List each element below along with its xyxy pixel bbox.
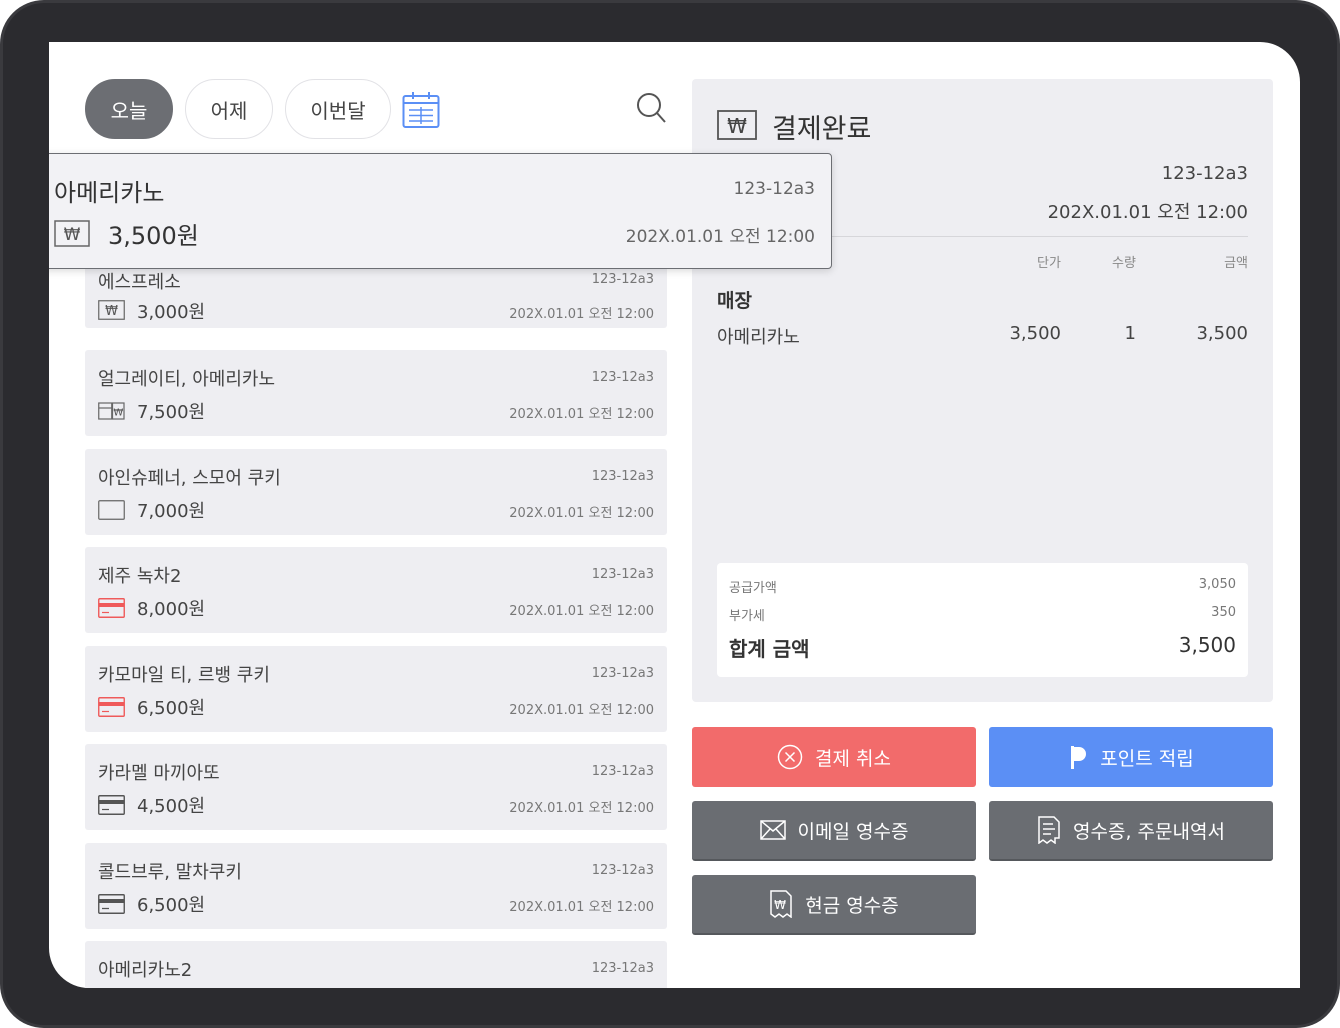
envelope-icon <box>759 820 786 840</box>
order-date: 202X.01.01 오전 12:00 <box>509 900 654 915</box>
popup-date: 202X.01.01 오전 12:00 <box>625 227 815 247</box>
total-label: 합계 금액 <box>729 637 810 661</box>
total-value: 3,500 <box>1178 633 1236 657</box>
split-card-cash-icon: ₩ <box>98 402 125 420</box>
filter-this-month[interactable]: 이번달 <box>285 79 391 139</box>
credit-card-icon <box>98 894 125 914</box>
order-amount: 6,500원 <box>137 895 206 916</box>
order-amount: 6,500원 <box>137 698 206 719</box>
order-name: 콜드브루, 말차쿠키 <box>98 862 242 883</box>
order-id: 123-12a3 <box>591 961 654 976</box>
receipt-order-sheet-label: 영수증, 주문내역서 <box>1073 820 1225 843</box>
order-id: 123-12a3 <box>591 567 654 582</box>
cash-receipt-label: 현금 영수증 <box>805 894 899 917</box>
order-type-label: 매장 <box>717 290 752 312</box>
order-name: 카라멜 마끼아또 <box>98 763 220 784</box>
order-name: 제주 녹차2 <box>98 566 182 587</box>
selected-order-popup[interactable]: 아메리카노 123-12a3 ₩ 3,500원 202X.01.01 오전 12… <box>49 153 832 269</box>
popup-amount: 3,500원 <box>108 222 199 250</box>
popup-order-name: 아메리카노 <box>54 179 165 207</box>
order-card[interactable]: 제주 녹차2 123-12a3 8,000원 202X.01.01 오전 12:… <box>85 547 667 633</box>
order-id: 123-12a3 <box>591 863 654 878</box>
order-card[interactable]: 아인슈페너, 스모어 쿠키 123-12a3 7,000원 202X.01.01… <box>85 449 667 535</box>
filter-yesterday[interactable]: 어제 <box>185 79 273 139</box>
cash-receipt-icon: ₩ <box>770 890 793 918</box>
order-date: 202X.01.01 오전 12:00 <box>509 307 654 322</box>
points-flag-icon <box>1071 746 1087 769</box>
order-amount: 7,500원 <box>137 402 206 423</box>
order-date: 202X.01.01 오전 12:00 <box>509 703 654 718</box>
item-name: 아메리카노 <box>717 327 800 348</box>
order-date: 202X.01.01 오전 12:00 <box>509 801 654 816</box>
cash-won-icon: ₩ <box>54 220 90 247</box>
search-icon[interactable] <box>636 92 666 124</box>
filter-today[interactable]: 오늘 <box>85 79 173 139</box>
order-amount: 4,500원 <box>137 796 206 817</box>
calendar-icon[interactable] <box>402 91 440 129</box>
order-id: 123-12a3 <box>591 272 654 287</box>
email-receipt-button[interactable]: 이메일 영수증 <box>692 801 976 861</box>
order-id: 123-12a3 <box>591 666 654 681</box>
email-receipt-label: 이메일 영수증 <box>797 820 909 843</box>
item-quantity: 1 <box>1124 323 1136 344</box>
order-name: 얼그레이티, 아메리카노 <box>98 369 276 390</box>
vat-value: 350 <box>1211 605 1236 620</box>
red-card-icon <box>98 598 125 618</box>
order-id: 123-12a3 <box>591 370 654 385</box>
order-name: 아인슈페너, 스모어 쿠키 <box>98 468 281 489</box>
column-unit-price: 단가 <box>1037 256 1061 271</box>
svg-text:₩: ₩ <box>64 225 81 245</box>
order-amount: 7,000원 <box>137 501 206 522</box>
svg-text:₩: ₩ <box>774 898 786 912</box>
order-name: 에스프레소 <box>98 272 181 293</box>
cash-won-icon: ₩ <box>98 300 125 320</box>
order-amount: 8,000원 <box>137 599 206 620</box>
earn-points-button[interactable]: 포인트 적립 <box>989 727 1273 787</box>
column-quantity: 수량 <box>1112 256 1136 271</box>
red-card-icon <box>98 697 125 717</box>
order-amount: 3,000원 <box>137 302 206 323</box>
order-date: 202X.01.01 오전 12:00 <box>509 506 654 521</box>
vat-label: 부가세 <box>729 609 765 624</box>
order-date: 202X.01.01 오전 12:00 <box>509 604 654 619</box>
svg-text:₩: ₩ <box>727 114 747 138</box>
order-id: 123-12a3 <box>591 764 654 779</box>
order-name: 카모마일 티, 르뱅 쿠키 <box>98 665 270 686</box>
popup-order-id: 123-12a3 <box>733 179 815 199</box>
order-card[interactable]: 콜드브루, 말차쿠키 123-12a3 6,500원 202X.01.01 오전… <box>85 843 667 929</box>
cash-receipt-button[interactable]: ₩ 현금 영수증 <box>692 875 976 935</box>
cancel-circle-icon <box>777 744 803 770</box>
item-unit-price: 3,500 <box>1009 323 1061 344</box>
payment-summary: 공급가액 3,050 부가세 350 합계 금액 3,500 <box>717 563 1248 677</box>
blank-card-icon <box>98 500 125 520</box>
order-card[interactable]: 카라멜 마끼아또 123-12a3 4,500원 202X.01.01 오전 1… <box>85 744 667 830</box>
order-name: 아메리카노2 <box>98 960 193 981</box>
detail-date: 202X.01.01 오전 12:00 <box>1047 202 1248 223</box>
credit-card-icon <box>98 795 125 815</box>
supply-price-label: 공급가액 <box>729 581 777 596</box>
receipt-document-icon <box>1038 816 1060 844</box>
payment-status-title: 결제완료 <box>772 114 872 145</box>
svg-text:₩: ₩ <box>105 304 118 319</box>
cancel-payment-label: 결제 취소 <box>815 747 891 770</box>
earn-points-label: 포인트 적립 <box>1100 747 1194 770</box>
supply-price-value: 3,050 <box>1198 577 1236 592</box>
svg-text:₩: ₩ <box>113 408 123 419</box>
detail-order-id: 123-12a3 <box>1161 163 1248 184</box>
order-card[interactable]: 카모마일 티, 르뱅 쿠키 123-12a3 6,500원 202X.01.01… <box>85 646 667 732</box>
cash-won-icon: ₩ <box>717 110 757 140</box>
order-date: 202X.01.01 오전 12:00 <box>509 407 654 422</box>
screen: 오늘 어제 이번달 아메리카노 123-12a3 ₩ 3,500원 202X.0… <box>49 42 1300 988</box>
item-amount: 3,500 <box>1196 323 1248 344</box>
order-card[interactable]: 아메리카노2 123-12a3 <box>85 941 667 988</box>
receipt-order-sheet-button[interactable]: 영수증, 주문내역서 <box>989 801 1273 861</box>
cancel-payment-button[interactable]: 결제 취소 <box>692 727 976 787</box>
order-id: 123-12a3 <box>591 469 654 484</box>
order-card[interactable]: 얼그레이티, 아메리카노 123-12a3 ₩ 7,500원 202X.01.0… <box>85 350 667 436</box>
column-amount: 금액 <box>1224 256 1248 271</box>
